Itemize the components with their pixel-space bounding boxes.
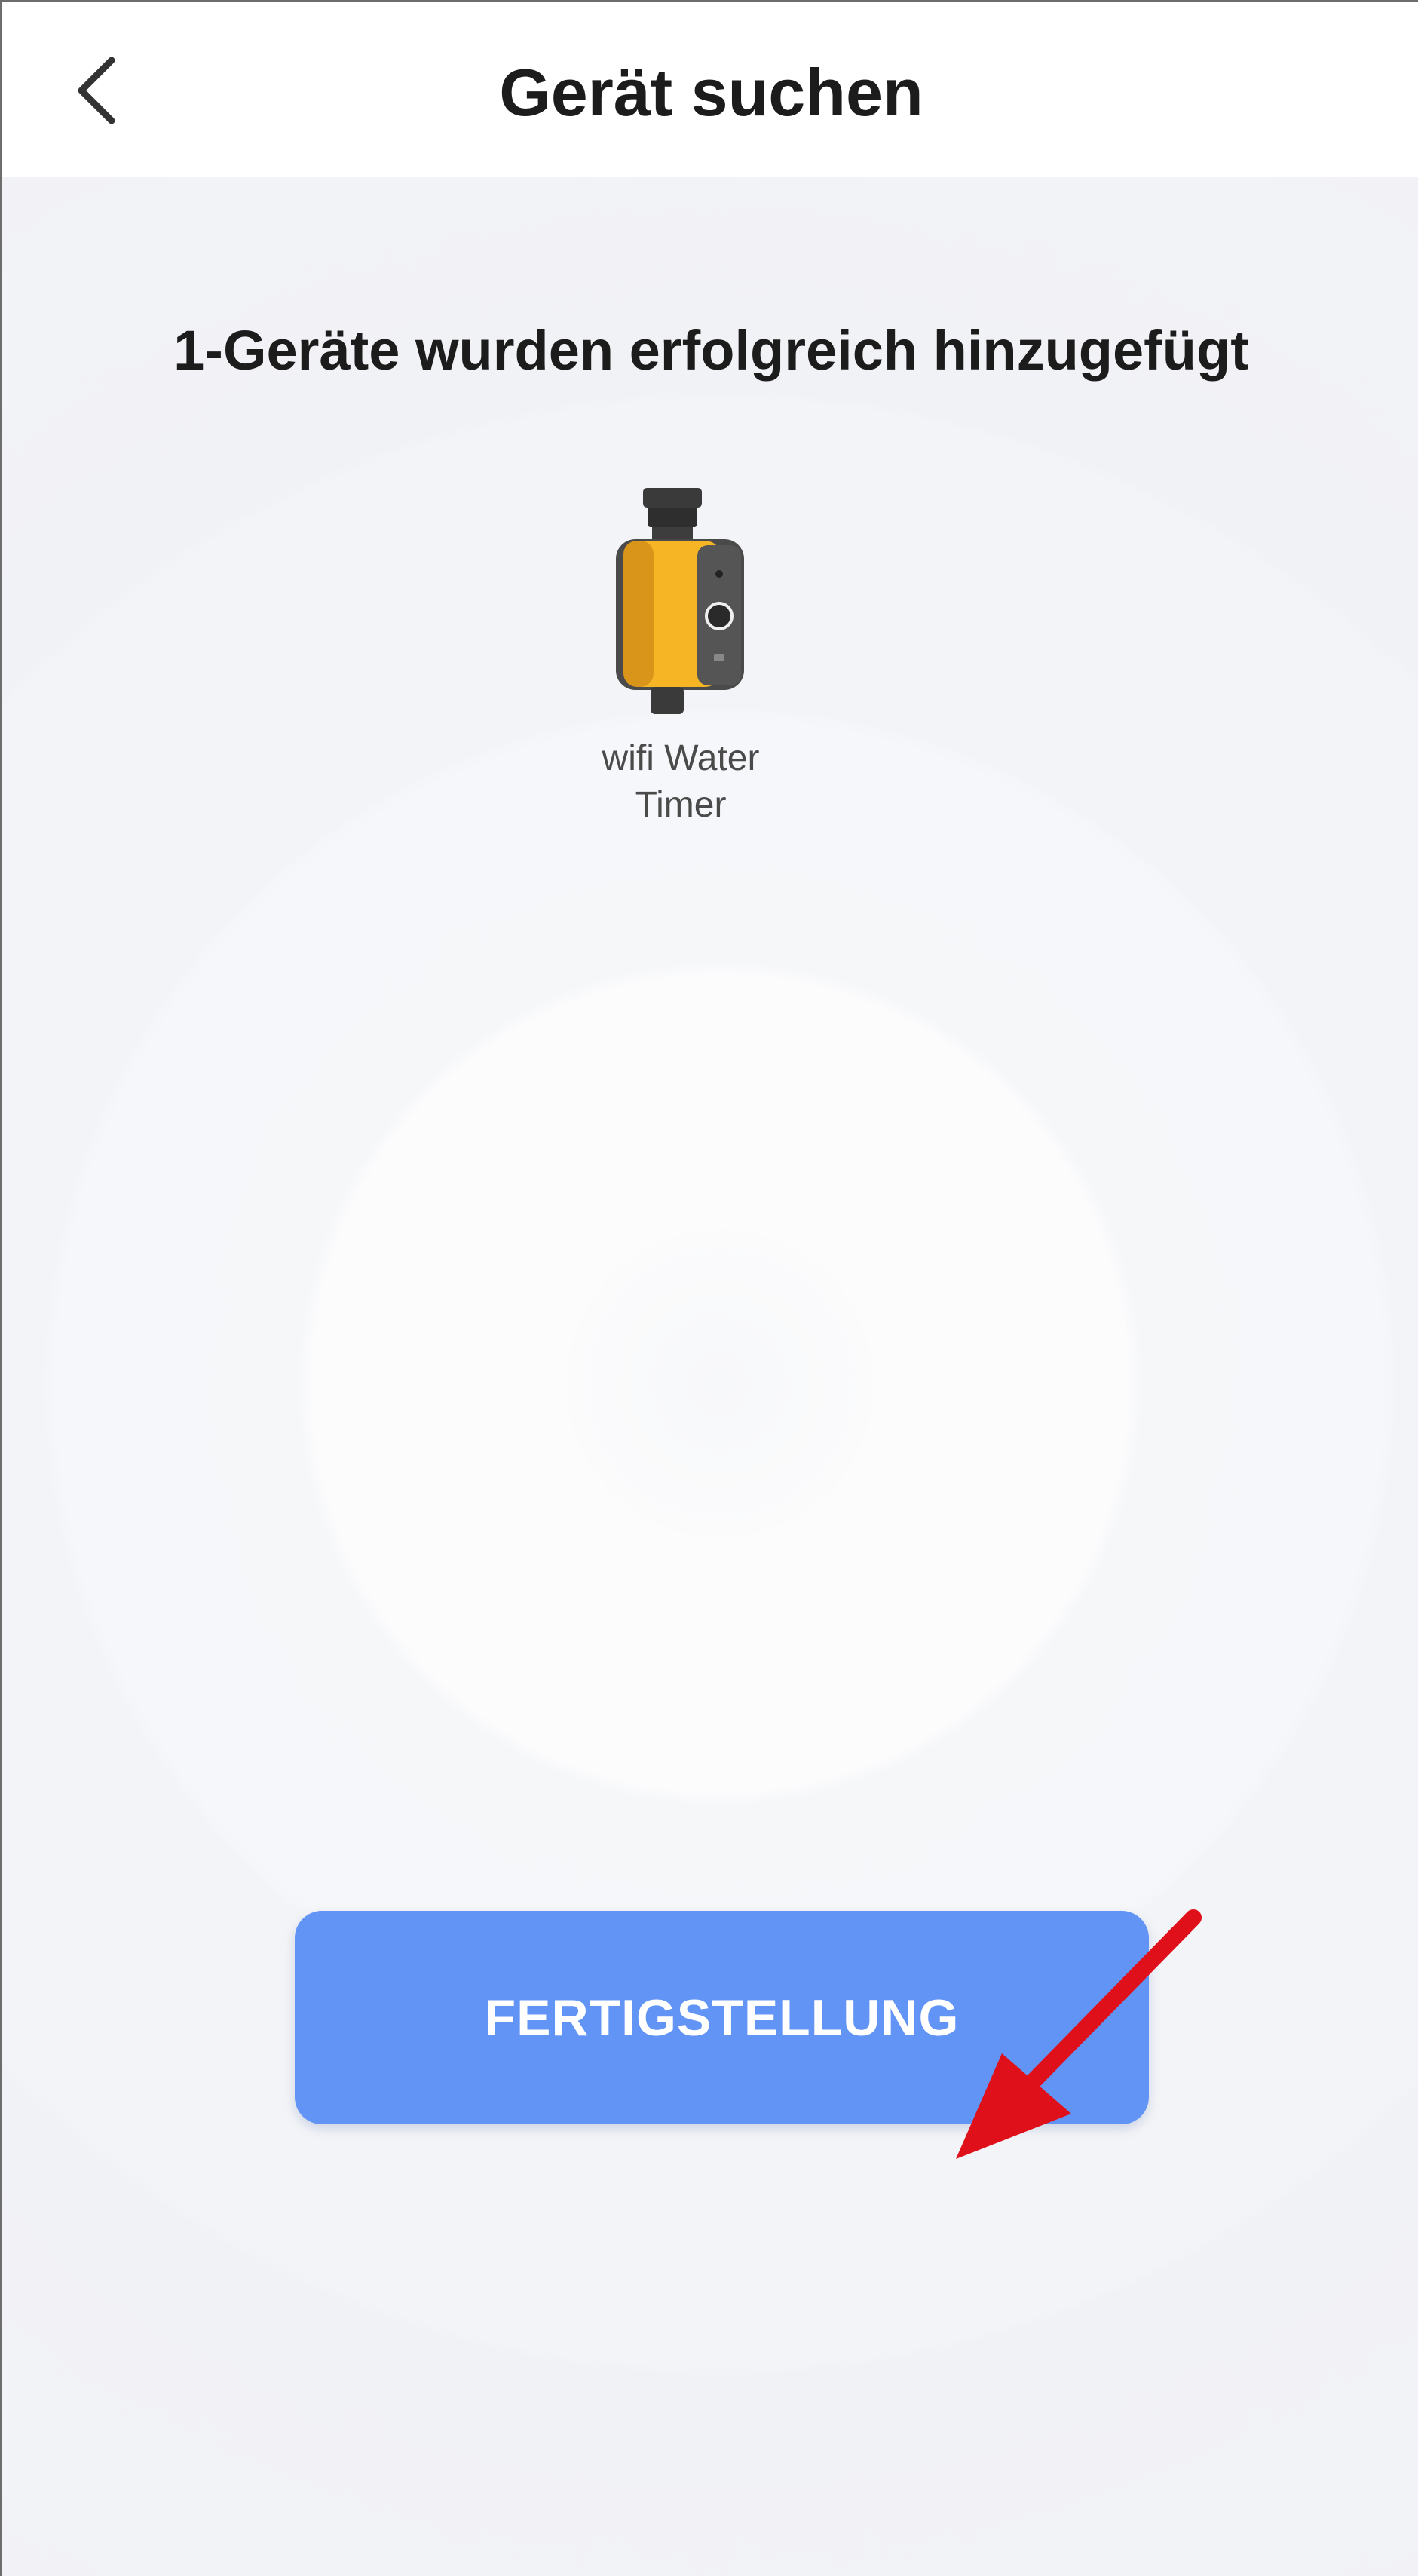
- page-title: Gerät suchen: [499, 55, 923, 130]
- app-screen: Gerät suchen 1-Geräte wurden erfolgreich…: [0, 0, 1418, 2576]
- success-heading: 1-Geräte wurden erfolgreich hinzugefügt: [173, 319, 1249, 382]
- device-name-line2: Timer: [635, 785, 727, 825]
- search-results-area: 1-Geräte wurden erfolgreich hinzugefügt: [2, 177, 1418, 2576]
- device-name: wifi Water Timer: [545, 735, 816, 829]
- device-name-line1: wifi Water: [602, 738, 760, 778]
- device-item[interactable]: wifi Water Timer: [545, 486, 816, 829]
- finish-button[interactable]: FERTIGSTELLUNG: [295, 1911, 1149, 2124]
- water-timer-device-image: [616, 488, 744, 714]
- header-bar: Gerät suchen: [2, 2, 1418, 177]
